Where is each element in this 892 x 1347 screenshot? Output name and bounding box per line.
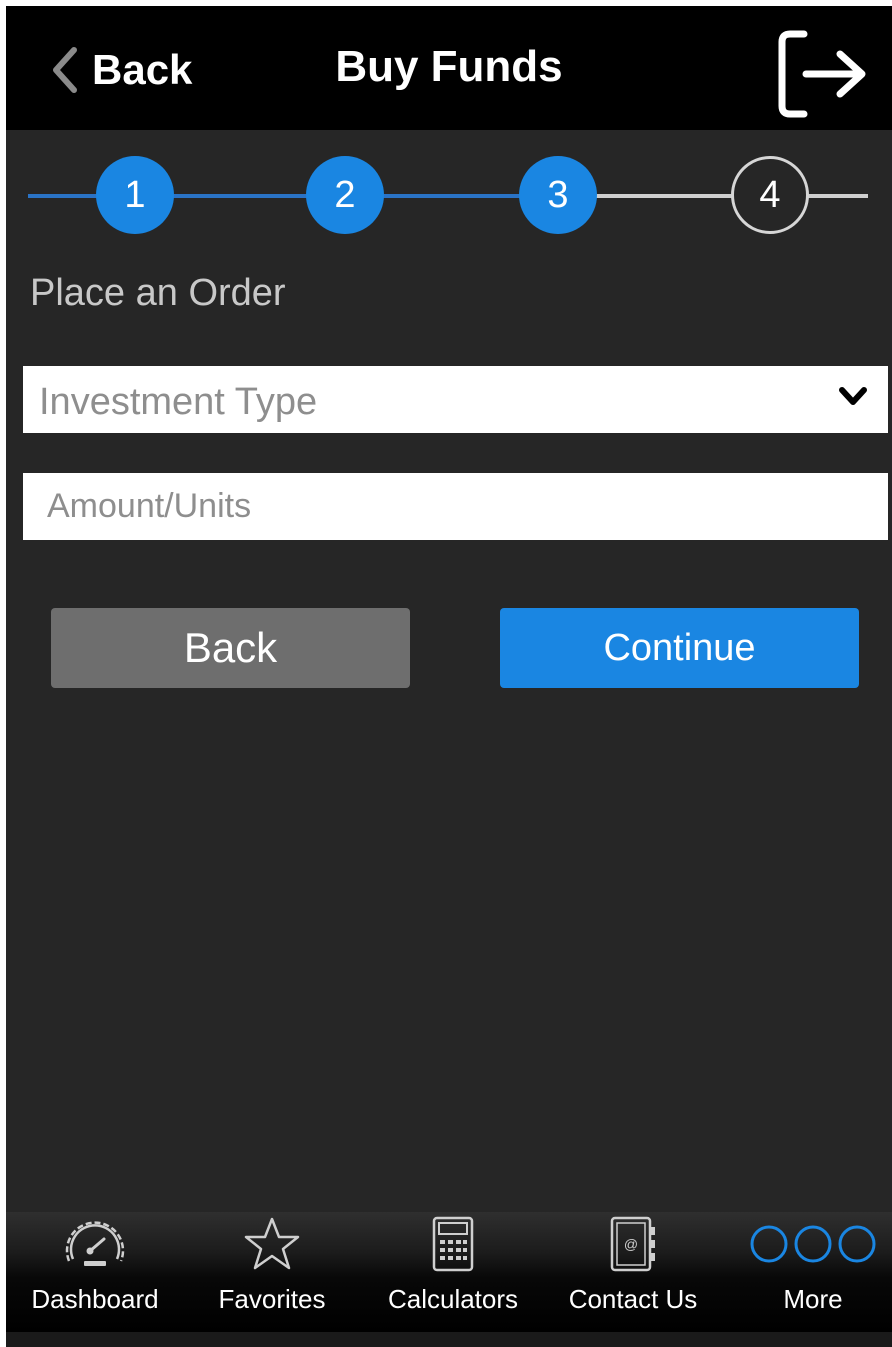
logout-button[interactable] xyxy=(776,28,868,120)
step-line-pending xyxy=(584,194,868,198)
step-1: 1 xyxy=(96,156,174,234)
tab-calculators[interactable]: Calculators xyxy=(374,1212,532,1332)
step-3: 3 xyxy=(519,156,597,234)
tab-calculators-label: Calculators xyxy=(387,1284,519,1314)
star-icon xyxy=(244,1217,300,1270)
more-icon xyxy=(750,1225,876,1263)
continue-button[interactable]: Continue xyxy=(500,608,859,688)
chevron-left-icon xyxy=(53,47,77,93)
tab-dashboard[interactable]: Dashboard xyxy=(14,1212,176,1332)
header-back-label: Back xyxy=(92,46,193,93)
section-title: Place an Order xyxy=(30,272,286,314)
calculator-icon xyxy=(432,1216,474,1272)
amount-units-input[interactable] xyxy=(23,473,888,540)
step-4: 4 xyxy=(731,156,809,234)
tab-favorites[interactable]: Favorites xyxy=(198,1212,346,1332)
tab-contact-us-label: Contact Us xyxy=(568,1284,698,1314)
tab-favorites-label: Favorites xyxy=(218,1284,326,1314)
home-indicator-area xyxy=(6,1332,892,1347)
contact-book-icon: @ xyxy=(610,1216,655,1272)
tab-dashboard-label: Dashboard xyxy=(31,1284,159,1314)
investment-type-placeholder: Investment Type xyxy=(39,381,318,423)
step-2: 2 xyxy=(306,156,384,234)
app-screen: Back Buy Funds 1 2 3 4 Place an Order In… xyxy=(6,6,892,1347)
tab-more-label: More xyxy=(783,1284,843,1314)
logout-icon xyxy=(778,30,866,118)
investment-type-select[interactable]: Investment Type xyxy=(23,366,888,433)
header-back-button[interactable]: Back xyxy=(50,40,192,100)
nav-header: Back Buy Funds xyxy=(6,6,892,130)
svg-text:@: @ xyxy=(624,1236,638,1252)
chevron-down-icon xyxy=(839,387,867,405)
tab-contact-us[interactable]: @ Contact Us xyxy=(554,1212,712,1332)
amount-units-field[interactable] xyxy=(23,473,888,540)
back-button[interactable]: Back xyxy=(51,608,410,688)
speedometer-icon xyxy=(65,1221,125,1266)
tab-more[interactable]: More xyxy=(742,1212,884,1332)
tab-bar: Dashboard Favorites Calculators @ Contac… xyxy=(6,1212,892,1332)
progress-stepper: 1 2 3 4 xyxy=(6,156,892,236)
